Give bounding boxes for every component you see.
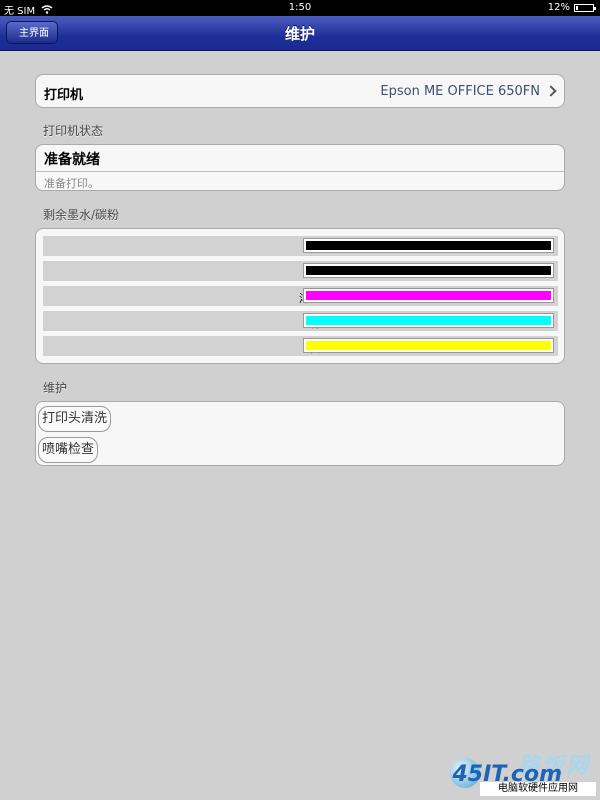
navigation-bar: 主界面 维护 [0, 16, 600, 51]
divider [36, 171, 564, 172]
ink-level-fill [306, 291, 551, 300]
chevron-right-icon [545, 85, 557, 97]
status-main-text: 准备就绪 [44, 152, 100, 168]
ink-row: 黄色 [43, 336, 558, 356]
ink-row: 黑色 [43, 261, 558, 281]
ink-level-bar [303, 338, 554, 353]
ink-levels-heading: 剩余墨水/碳粉 [43, 208, 120, 222]
maintenance-heading: 维护 [43, 381, 68, 395]
ink-level-fill [306, 266, 551, 275]
nozzle-check-button[interactable]: 喷嘴检查 [38, 437, 99, 463]
printer-status-panel: 准备就绪 准备打印。 [35, 144, 565, 191]
head-cleaning-button[interactable]: 打印头清洗 [38, 406, 112, 432]
ink-level-fill [306, 341, 551, 350]
maintenance-panel: 打印头清洗 喷嘴检查 [35, 401, 565, 466]
ink-level-bar [303, 263, 554, 278]
ink-levels-panel: 黑色 黑色 洋红色 青色 黄色 [35, 228, 565, 364]
page-title: 维护 [284, 25, 315, 43]
printer-select-row[interactable]: 打印机 Epson ME OFFICE 650FN [35, 74, 565, 108]
ink-row: 洋红色 [43, 286, 558, 306]
ink-level-fill [306, 316, 551, 325]
ink-level-bar [303, 288, 554, 303]
clock: 1:50 [288, 2, 312, 13]
ink-level-bar [303, 313, 554, 328]
ink-row: 黑色 [43, 236, 558, 256]
watermark-caption: 电脑软硬件应用网 [480, 782, 596, 796]
ink-level-fill [306, 241, 551, 250]
battery-icon [574, 3, 596, 12]
ink-level-bar [303, 238, 554, 253]
printer-status-heading: 打印机状态 [43, 124, 104, 138]
ink-row: 青色 [43, 311, 558, 331]
printer-label: 打印机 [44, 88, 84, 103]
battery-percent: 12% [547, 2, 570, 13]
watermark-logo: 路饭网 45IT.com 电脑软硬件应用网 [446, 748, 596, 796]
status-bar: 无 SIM 1:50 12% [0, 0, 600, 17]
printer-name: Epson ME OFFICE 650FN [380, 84, 540, 99]
status-sub-text: 准备打印。 [44, 177, 99, 190]
